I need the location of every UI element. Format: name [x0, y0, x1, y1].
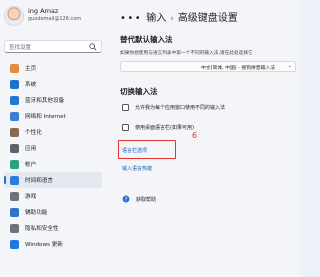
- help-icon: ?: [122, 195, 130, 203]
- time-language-icon: [10, 175, 19, 185]
- apps-icon: [10, 143, 19, 153]
- system-icon: [10, 79, 19, 89]
- sidebar-item[interactable]: 网络和 Internet: [4, 108, 102, 124]
- sidebar-item-label: Windows 更新: [25, 242, 63, 248]
- sidebar-item[interactable]: 主页: [4, 60, 102, 76]
- breadcrumb-overflow[interactable]: •••: [120, 13, 142, 24]
- sidebar-item-label: 网络和 Internet: [25, 114, 66, 120]
- desktop-language-bar-label: 使用桌面语言栏(如果可用): [135, 125, 194, 131]
- search-icon: [89, 43, 97, 51]
- input-language-hotkeys-link[interactable]: 输入语言热键: [122, 165, 152, 172]
- sidebar-item-label: 辅助功能: [25, 210, 48, 216]
- bluetooth-icon: [10, 95, 19, 105]
- privacy-icon: [10, 223, 19, 233]
- account-card[interactable]: ing Amaz guodemail@126.com: [4, 6, 102, 28]
- sidebar-item-label: 时间和语言: [25, 178, 53, 184]
- sidebar-nav: 主页系统蓝牙和其他设备 网络和 Internet 个性化应用帐户时间和语言游戏辅助功…: [4, 60, 102, 252]
- sidebar-item[interactable]: 系统: [4, 76, 102, 92]
- personalization-icon: [10, 127, 19, 137]
- svg-text:?: ?: [125, 197, 128, 203]
- breadcrumb-parent[interactable]: 输入: [146, 13, 166, 24]
- get-help-link[interactable]: ? 获取帮助: [122, 195, 156, 203]
- sidebar-item-label: 系统: [25, 82, 37, 88]
- get-help-label: 获取帮助: [136, 196, 157, 203]
- step-number-annotation: 6: [192, 131, 198, 140]
- sidebar-item[interactable]: 应用: [4, 140, 102, 156]
- account-icon: [10, 159, 19, 169]
- chevron-down-icon: ⌄: [287, 63, 292, 69]
- default-input-method-select[interactable]: 中文(简体, 中国) - 搜狗拼音输入法 ⌄: [120, 61, 296, 72]
- sidebar-item-label: 主页: [25, 66, 37, 72]
- sidebar-item[interactable]: 蓝牙和其他设备: [4, 92, 102, 108]
- sidebar-item[interactable]: 辅助功能: [4, 204, 102, 220]
- gaming-icon: [10, 191, 19, 201]
- sidebar-item-label: 隐私和安全性: [25, 226, 59, 232]
- avatar: [4, 6, 24, 26]
- per-app-input-checkbox[interactable]: [122, 104, 129, 111]
- windows-update-icon: [10, 239, 19, 249]
- account-name: ing Amaz: [28, 7, 59, 15]
- sidebar-item[interactable]: 个性化: [4, 124, 102, 140]
- override-heading: 替代默认输入法: [120, 35, 173, 44]
- sidebar-item[interactable]: 隐私和安全性: [4, 220, 102, 236]
- settings-window: ing Amaz guodemail@126.com 查找设置 主页系统蓝牙和其…: [0, 0, 300, 277]
- sidebar-item-label: 游戏: [25, 194, 37, 200]
- search-input[interactable]: 查找设置: [4, 40, 102, 53]
- sidebar-item[interactable]: 时间和语言: [4, 172, 102, 188]
- language-bar-options-link[interactable]: 语言栏选项: [122, 147, 147, 154]
- sidebar-item-label: 帐户: [25, 162, 37, 168]
- per-app-input-label: 允许我为每个应用窗口使用不同的输入法: [135, 105, 226, 111]
- override-description: 如果你想使用与语言列表中第一个不同的输入法,请在此处选择它: [120, 51, 253, 56]
- desktop-language-bar-row[interactable]: 使用桌面语言栏(如果可用): [122, 124, 194, 131]
- desktop-language-bar-checkbox[interactable]: [122, 124, 129, 131]
- chevron-right-icon: ›: [170, 14, 174, 24]
- sidebar-item[interactable]: Windows 更新: [4, 236, 102, 252]
- sidebar-item-label: 蓝牙和其他设备: [25, 98, 65, 104]
- per-app-input-row[interactable]: 允许我为每个应用窗口使用不同的输入法: [122, 104, 225, 111]
- sidebar-item-label: 个性化: [25, 130, 42, 136]
- main-content: ••• 输入 › 高级键盘设置 替代默认输入法 如果你想使用与语言列表中第一个不同的输…: [104, 0, 300, 277]
- search-placeholder: 查找设置: [9, 45, 32, 51]
- account-email: guodemail@126.com: [28, 16, 82, 22]
- breadcrumb: ••• 输入 › 高级键盘设置: [120, 9, 238, 24]
- wifi-icon: [10, 111, 19, 121]
- sidebar-item-label: 应用: [25, 146, 37, 152]
- select-value: 中文(简体, 中国) - 搜狗拼音输入法: [201, 66, 275, 71]
- accessibility-icon: [10, 207, 19, 217]
- sidebar-item[interactable]: 游戏: [4, 188, 102, 204]
- sidebar-item[interactable]: 帐户: [4, 156, 102, 172]
- switching-heading: 切换输入法: [120, 87, 158, 96]
- home-icon: [10, 63, 19, 73]
- page-title: 高级键盘设置: [177, 13, 238, 24]
- sidebar: ing Amaz guodemail@126.com 查找设置 主页系统蓝牙和其…: [0, 0, 104, 277]
